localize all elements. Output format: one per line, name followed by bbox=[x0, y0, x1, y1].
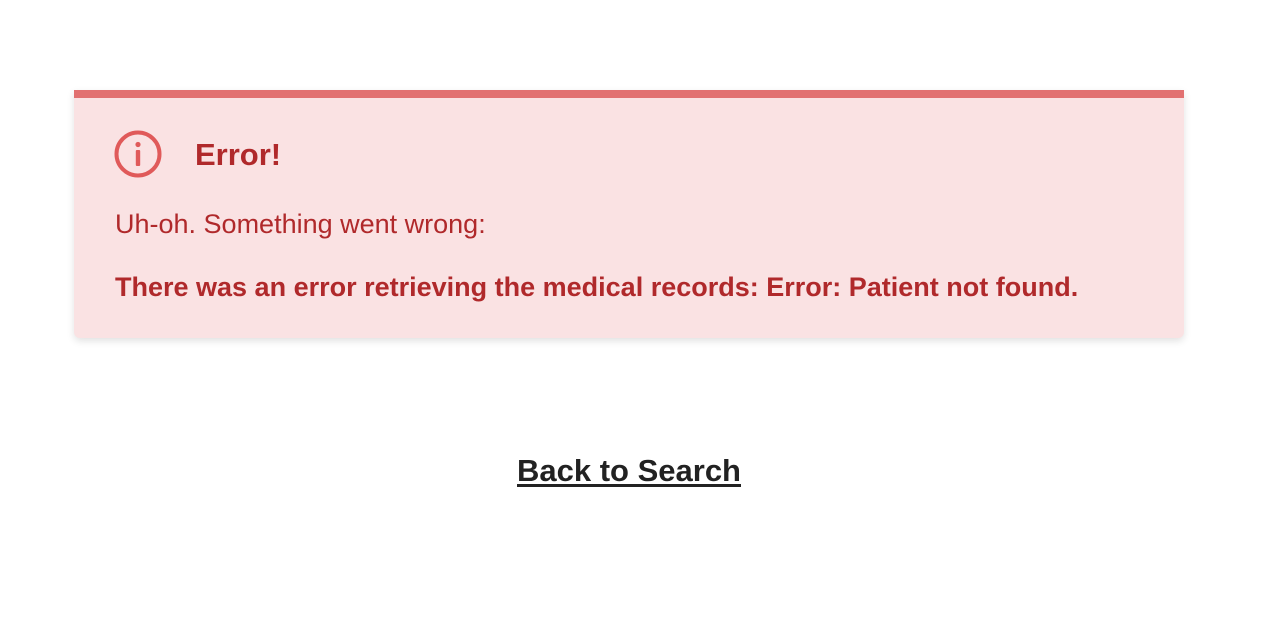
alert-detail: There was an error retrieving the medica… bbox=[115, 272, 1079, 302]
back-to-search-link[interactable]: Back to Search bbox=[517, 453, 741, 488]
alert-message: Uh-oh. Something went wrong: bbox=[115, 209, 486, 239]
info-circle-icon bbox=[114, 130, 162, 178]
back-link-container: Back to Search bbox=[0, 455, 1258, 486]
error-alert: Error! Uh-oh. Something went wrong: Ther… bbox=[74, 90, 1184, 338]
alert-header: Error! bbox=[114, 130, 281, 178]
alert-title: Error! bbox=[195, 136, 282, 172]
